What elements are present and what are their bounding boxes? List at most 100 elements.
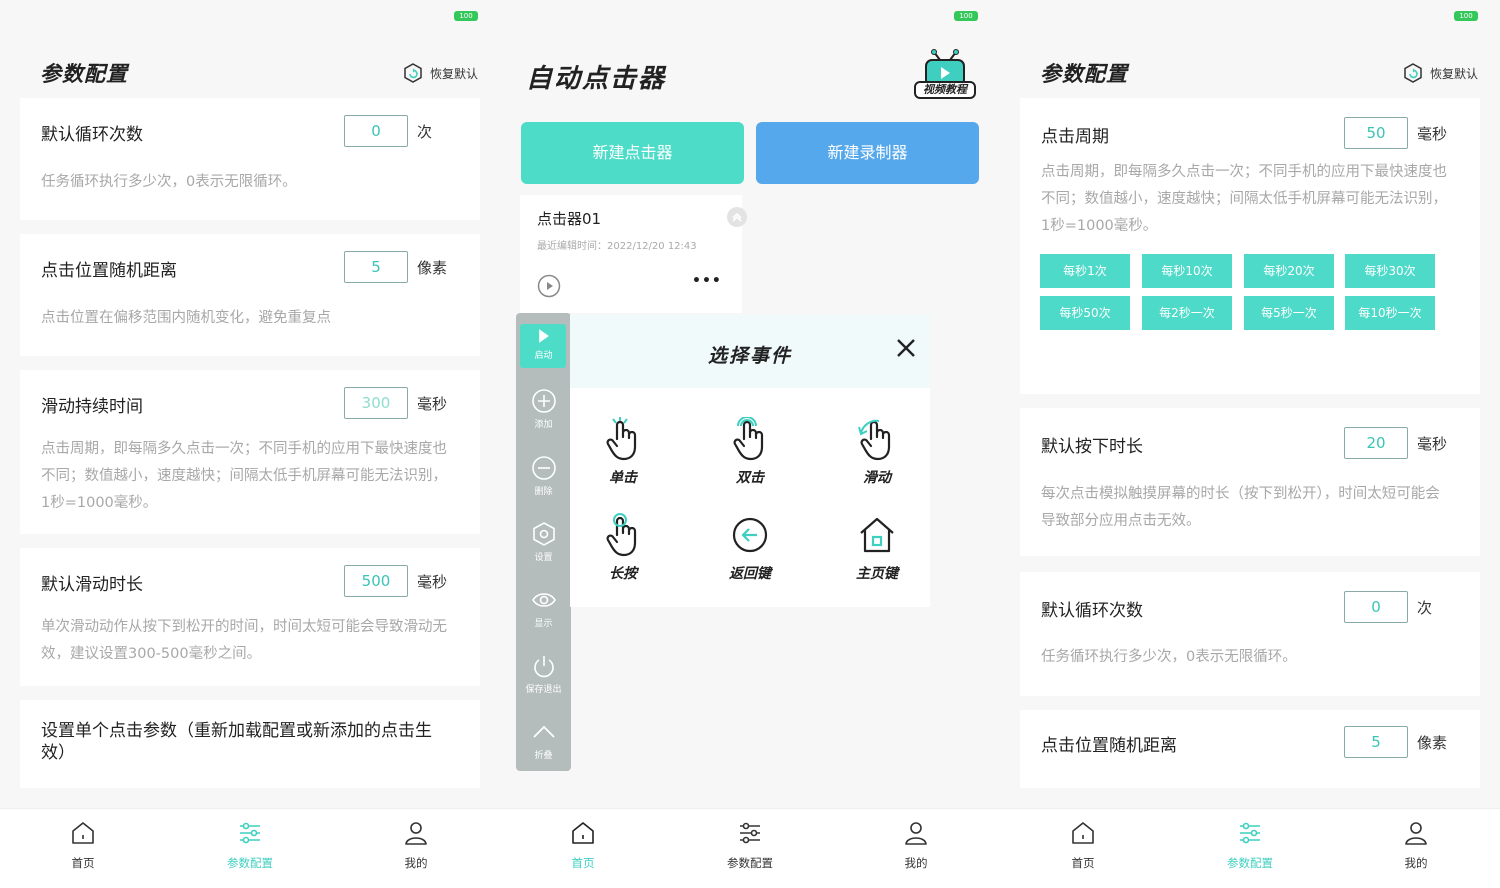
setting-description: 点击位置在偏移范围内随机变化，避免重复点: [41, 310, 331, 326]
setting-title: 默认循环次数: [1041, 601, 1143, 621]
app-title: 自动点击器: [526, 64, 667, 94]
float-show-button[interactable]: 显示: [516, 587, 571, 629]
float-save-exit-button[interactable]: 保存退出: [516, 653, 571, 695]
default-swipe-input[interactable]: 500: [344, 565, 408, 597]
float-delete-button[interactable]: 删除: [516, 455, 571, 497]
tab-home[interactable]: 首页: [33, 819, 133, 871]
float-add-button[interactable]: 添加: [516, 388, 571, 430]
tab-settings[interactable]: 参数配置: [1200, 819, 1300, 871]
event-label: 滑动: [863, 470, 891, 486]
random-distance-input[interactable]: 5: [344, 251, 408, 283]
tab-home[interactable]: 首页: [533, 819, 633, 871]
setting-unit: 次: [1417, 599, 1433, 617]
preset-chip[interactable]: 每秒10次: [1142, 254, 1232, 288]
select-event-dialog: 选择事件 单击 双击 滑动 长按 返回键 主页键: [570, 315, 930, 607]
restore-default-button[interactable]: 恢复默认: [402, 62, 478, 84]
battery-icon: 100: [954, 11, 978, 21]
preset-chip[interactable]: 每秒1次: [1040, 254, 1130, 288]
setting-title: 点击周期: [1041, 127, 1109, 147]
dialog-header: 选择事件: [570, 315, 930, 388]
add-icon: [531, 389, 556, 413]
setting-card-press-duration: 默认按下时长 20 毫秒 每次点击模拟触摸屏幕的时长（按下到松开），时间太短可能…: [1020, 408, 1480, 556]
status-bar: 100: [0, 0, 500, 32]
preset-chip[interactable]: 每2秒一次: [1142, 296, 1232, 330]
float-label: 添加: [534, 420, 553, 430]
event-label: 返回键: [729, 566, 771, 582]
setting-card-single-click[interactable]: 设置单个点击参数（重新加载配置或新添加的点击生效）: [20, 700, 480, 788]
event-single-tap[interactable]: 单击: [573, 417, 673, 487]
tab-label: 参数配置: [227, 856, 273, 870]
preset-chip[interactable]: 每秒20次: [1244, 254, 1334, 288]
bottom-tab-bar: 首页 参数配置 我的: [0, 808, 500, 888]
new-clicker-button[interactable]: 新建点击器: [521, 122, 744, 184]
swipe-duration-input[interactable]: 300: [344, 387, 408, 419]
setting-card-loop-count: 默认循环次数 0 次 任务循环执行多少次，0表示无限循环。: [20, 98, 480, 220]
play-icon: [538, 329, 549, 343]
battery-icon: 100: [454, 11, 478, 21]
close-icon[interactable]: [893, 335, 919, 361]
swipe-icon: [858, 419, 897, 461]
setting-card-random-distance: 点击位置随机距离 5 像素 点击位置在偏移范围内随机变化，避免重复点: [20, 234, 480, 356]
home-icon: [70, 819, 96, 847]
event-swipe[interactable]: 滑动: [827, 417, 927, 487]
float-collapse-button[interactable]: 折叠: [516, 719, 571, 761]
battery-icon: 100: [1454, 11, 1478, 21]
tab-label: 参数配置: [1227, 856, 1273, 870]
float-settings-button[interactable]: 设置: [516, 521, 571, 563]
more-options-button[interactable]: •••: [692, 273, 722, 289]
sliders-icon: [237, 819, 263, 847]
tab-home[interactable]: 首页: [1033, 819, 1133, 871]
setting-title: 设置单个点击参数（重新加载配置或新添加的点击生效）: [41, 721, 432, 763]
event-back-key[interactable]: 返回键: [700, 513, 800, 583]
tab-profile[interactable]: 我的: [866, 819, 966, 871]
preset-chip[interactable]: 每10秒一次: [1345, 296, 1435, 330]
event-long-press[interactable]: 长按: [573, 513, 673, 583]
float-label: 折叠: [534, 751, 553, 761]
clicker-edit-time: 最近编辑时间：2022/12/20 12:43: [537, 241, 697, 252]
setting-card-default-swipe: 默认滑动时长 500 毫秒 单次滑动动作从按下到松开的时间，时间太短可能会导致滑…: [20, 548, 480, 686]
event-double-tap[interactable]: 双击: [700, 417, 800, 487]
preset-chip[interactable]: 每5秒一次: [1244, 296, 1334, 330]
loop-count-input[interactable]: 0: [344, 115, 408, 147]
press-duration-input[interactable]: 20: [1344, 427, 1408, 459]
play-icon[interactable]: [537, 274, 561, 298]
setting-title: 默认循环次数: [41, 125, 143, 145]
event-home-key[interactable]: 主页键: [827, 513, 927, 583]
settings-panel-left: 100 参数配置 恢复默认 默认循环次数 0 次 任务循环执行多少次，0表示无限…: [0, 0, 500, 888]
loop-count-input[interactable]: 0: [1344, 591, 1408, 623]
preset-chip[interactable]: 每秒30次: [1345, 254, 1435, 288]
setting-unit: 毫秒: [1417, 125, 1448, 143]
tab-settings[interactable]: 参数配置: [700, 819, 800, 871]
clicker-name: 点击器01: [537, 210, 602, 228]
home-panel-middle: 100 自动点击器 视频教程 新建点击器 新建录制器 点击器01 最近编辑时间：…: [500, 0, 1000, 888]
new-recorder-button[interactable]: 新建录制器: [756, 122, 979, 184]
tab-profile[interactable]: 我的: [1366, 819, 1466, 871]
restore-default-button[interactable]: 恢复默认: [1402, 62, 1478, 84]
status-bar: 100: [1000, 0, 1500, 32]
double-tap-icon: [730, 417, 770, 461]
collapse-icon[interactable]: [727, 207, 747, 227]
event-label: 单击: [609, 470, 637, 486]
setting-description: 每次点击模拟触摸屏幕的时长（按下到松开），时间太短可能会导致部分应用点击无效。: [1041, 486, 1440, 529]
setting-card-loop-count: 默认循环次数 0 次 任务循环执行多少次，0表示无限循环。: [1020, 572, 1480, 696]
setting-card-swipe-duration: 滑动持续时间 300 毫秒 点击周期，即每隔多久点击一次；不同手机的应用下最快速…: [20, 370, 480, 534]
tab-profile[interactable]: 我的: [366, 819, 466, 871]
setting-unit: 像素: [1417, 734, 1448, 752]
status-bar: 100: [500, 0, 1000, 32]
bottom-tab-bar: 首页 参数配置 我的: [500, 808, 1000, 888]
float-start-button[interactable]: 启动: [516, 327, 571, 361]
power-icon: [533, 656, 554, 678]
random-distance-input[interactable]: 5: [1344, 726, 1408, 758]
setting-card-random-distance: 点击位置随机距离 5 像素: [1020, 710, 1480, 788]
settings-icon: [532, 522, 555, 546]
tab-label: 我的: [904, 856, 928, 870]
home-icon: [570, 819, 596, 847]
clicker-card[interactable]: 点击器01 最近编辑时间：2022/12/20 12:43 •••: [520, 195, 747, 313]
tab-settings[interactable]: 参数配置: [200, 819, 300, 871]
float-label: 删除: [534, 487, 553, 497]
click-period-input[interactable]: 50: [1344, 117, 1408, 149]
setting-title: 点击位置随机距离: [1041, 736, 1177, 756]
preset-chip[interactable]: 每秒50次: [1040, 296, 1130, 330]
video-tutorial-badge[interactable]: 视频教程: [912, 48, 978, 100]
badge-label: 视频教程: [923, 83, 967, 96]
